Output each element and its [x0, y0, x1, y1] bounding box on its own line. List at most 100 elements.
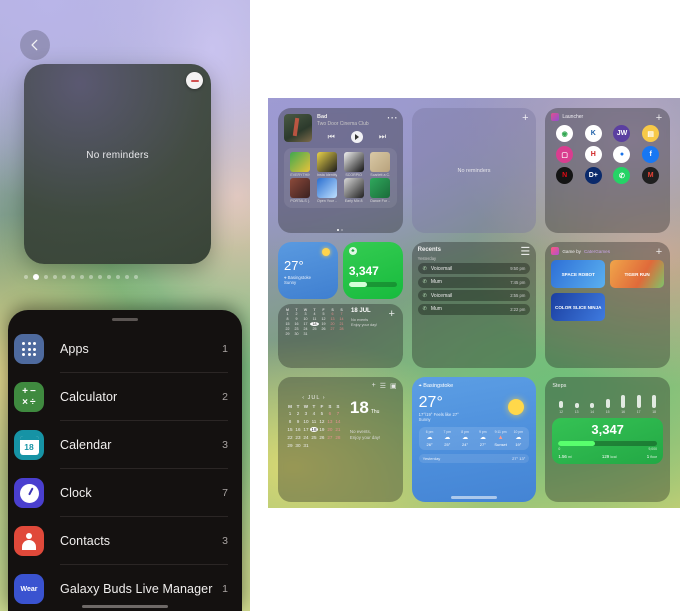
calendar-day[interactable]: 21: [334, 427, 342, 432]
calendar-day[interactable]: 29: [283, 332, 292, 336]
chrome-icon[interactable]: ●: [613, 146, 631, 163]
calendar-day[interactable]: 29: [286, 443, 294, 448]
page-dot[interactable]: [125, 275, 129, 279]
calendar-day[interactable]: 10: [302, 419, 310, 424]
call-log-row[interactable]: ✆ Mum 2:22 pm: [417, 303, 531, 315]
plus-icon[interactable]: +: [654, 247, 664, 258]
calendar-day[interactable]: 13: [328, 317, 337, 321]
calendar-day[interactable]: 19: [318, 427, 326, 432]
reminders-widget[interactable]: + No reminders: [411, 108, 537, 234]
calendar-day[interactable]: 5: [318, 411, 326, 416]
launcher-widget[interactable]: + Launcher ◉ K JW ▤ ▢ H ● f N D+ ✆ M: [545, 108, 670, 234]
list-view-icon[interactable]: ☰: [380, 382, 386, 390]
steps-widget[interactable]: Steps 12 13 14 15 16 17 18 3,347 0 9,000 1.56 …: [545, 376, 670, 502]
calendar-day[interactable]: 4: [310, 411, 318, 416]
calendar-day[interactable]: 26: [319, 327, 328, 331]
calendar-day[interactable]: 26: [318, 435, 326, 440]
calendar-day[interactable]: 2: [292, 312, 301, 316]
more-options-icon[interactable]: ⋯: [387, 113, 398, 124]
health-icon[interactable]: H: [584, 146, 602, 163]
list-item[interactable]: Contacts 3: [8, 517, 242, 565]
plus-icon[interactable]: +: [654, 113, 664, 124]
calendar-day[interactable]: 11: [310, 317, 319, 321]
page-dot[interactable]: [71, 275, 75, 279]
calendar-day[interactable]: 8: [283, 317, 292, 321]
calendar-day[interactable]: 25: [310, 435, 318, 440]
calendar-day[interactable]: 9: [294, 419, 302, 424]
calendar-day[interactable]: 10: [301, 317, 310, 321]
calendar-mini-widget[interactable]: + MTWTFSS 1 2 3 4 5 6 7 8 9 10 11 12 13 14 15 16 17 18 19 2…: [278, 303, 403, 368]
calendar-days[interactable]: 1 2 3 4 5 6 7 8 9 10 11 12 13 14 15 16 17 18 19 20 21 22 23 24 2…: [283, 312, 346, 336]
page-dot[interactable]: [116, 275, 120, 279]
calendar-day[interactable]: 18: [309, 426, 318, 432]
disney-icon[interactable]: D+: [584, 167, 602, 184]
calendar-day[interactable]: 24: [301, 327, 310, 331]
calendar-day[interactable]: 22: [286, 435, 294, 440]
calendar-day[interactable]: 20: [328, 322, 337, 326]
calendar-day[interactable]: 30: [294, 443, 302, 448]
music-app-item[interactable]: PORTALS (...: [290, 178, 311, 204]
play-icon[interactable]: [350, 131, 363, 143]
calendar-day[interactable]: 27: [328, 327, 337, 331]
call-log-row[interactable]: ✆ Voicemail 2:55 pm: [417, 290, 531, 302]
calendar-day[interactable]: 20: [326, 427, 334, 432]
calendar-day[interactable]: 17: [302, 427, 310, 432]
music-app-item[interactable]: SCORPIO: [343, 152, 364, 178]
calendar-day[interactable]: 30: [292, 332, 301, 336]
calendar-day[interactable]: 6: [328, 312, 337, 316]
music-app-item[interactable]: Early Mix 8: [343, 178, 364, 204]
month-view-icon[interactable]: ▣: [390, 382, 397, 390]
plus-icon[interactable]: +: [372, 382, 376, 389]
calendar-day[interactable]: 21: [337, 322, 346, 326]
page-dot[interactable]: [134, 275, 138, 279]
list-item[interactable]: Apps 1: [8, 325, 242, 373]
gmail-icon[interactable]: M: [642, 167, 660, 184]
music-app-item[interactable]: Open Your ...: [316, 178, 337, 204]
page-dot[interactable]: [44, 275, 48, 279]
facebook-icon[interactable]: f: [642, 146, 660, 163]
weather-mini-widget[interactable]: 27° ⌖ Basingstoke Sunny: [278, 242, 338, 299]
calendar-day[interactable]: 22: [283, 327, 292, 331]
calendar-day[interactable]: 25: [310, 327, 319, 331]
list-item[interactable]: Clock 7: [8, 469, 242, 517]
page-dot[interactable]: [98, 275, 102, 279]
calendar-day[interactable]: 12: [319, 317, 328, 321]
calendar-days[interactable]: 1 2 3 4 5 6 7 8 9 10 11 12 13 14 15 16 17 18 19 20 21 22 23 24 2…: [286, 411, 342, 448]
calendar-day[interactable]: 6: [326, 411, 334, 416]
calendar-day[interactable]: 18: [310, 321, 320, 326]
sheet-drag-handle[interactable]: [112, 318, 138, 321]
list-item[interactable]: + − × ÷ Calculator 2: [8, 373, 242, 421]
calendar-day[interactable]: 31: [302, 443, 310, 448]
calendar-day[interactable]: 1: [286, 411, 294, 416]
reminders-widget-preview[interactable]: No reminders: [24, 64, 211, 264]
calendar-day[interactable]: 7: [334, 411, 342, 416]
calendar-day[interactable]: 13: [326, 419, 334, 424]
call-log-row[interactable]: ✆ Voicemail 9:50 pm: [417, 263, 531, 275]
page-indicator[interactable]: [24, 274, 211, 280]
page-dot[interactable]: [53, 275, 57, 279]
music-app-item[interactable]: Dance For ...: [370, 178, 391, 204]
music-app-shortcuts[interactable]: EVERYTHINGInsta Identity SCORPIO Scarlett …: [284, 148, 397, 208]
calendar-day[interactable]: 12: [318, 419, 326, 424]
steps-mini-widget[interactable]: ♣ 3,347: [342, 242, 403, 299]
game-card[interactable]: COLOR SLICE NINJA: [551, 293, 606, 322]
music-app-item[interactable]: Insta Identity: [316, 152, 337, 178]
remove-widget-button[interactable]: [186, 72, 203, 89]
calendar-day[interactable]: 3: [302, 411, 310, 416]
back-button[interactable]: [20, 30, 50, 60]
game-card[interactable]: TIGER RUN: [610, 260, 664, 289]
calendar-widget[interactable]: + ☰ ▣ ‹ JUL › MTWTFSS 1 2 3 4 5 6 7 8 9 10 11 12 13 1…: [278, 376, 403, 502]
page-dot[interactable]: [89, 275, 93, 279]
navigation-bar-handle[interactable]: [82, 605, 168, 608]
page-dot[interactable]: [62, 275, 66, 279]
calendar-day[interactable]: 3: [301, 312, 310, 316]
calendar-day[interactable]: 2: [294, 411, 302, 416]
page-dot[interactable]: [107, 275, 111, 279]
instagram-icon[interactable]: ▢: [556, 146, 574, 163]
skip-previous-icon[interactable]: ⏮: [328, 132, 335, 142]
calendar-day[interactable]: 23: [294, 435, 302, 440]
music-widget[interactable]: ⋯ Bad Two Door Cinema Club ⏮ ⏭ EVERYTHIN…: [278, 108, 403, 234]
calendar-day[interactable]: 31: [301, 332, 310, 336]
calendar-day[interactable]: 14: [334, 419, 342, 424]
calendar-day[interactable]: 7: [337, 312, 346, 316]
